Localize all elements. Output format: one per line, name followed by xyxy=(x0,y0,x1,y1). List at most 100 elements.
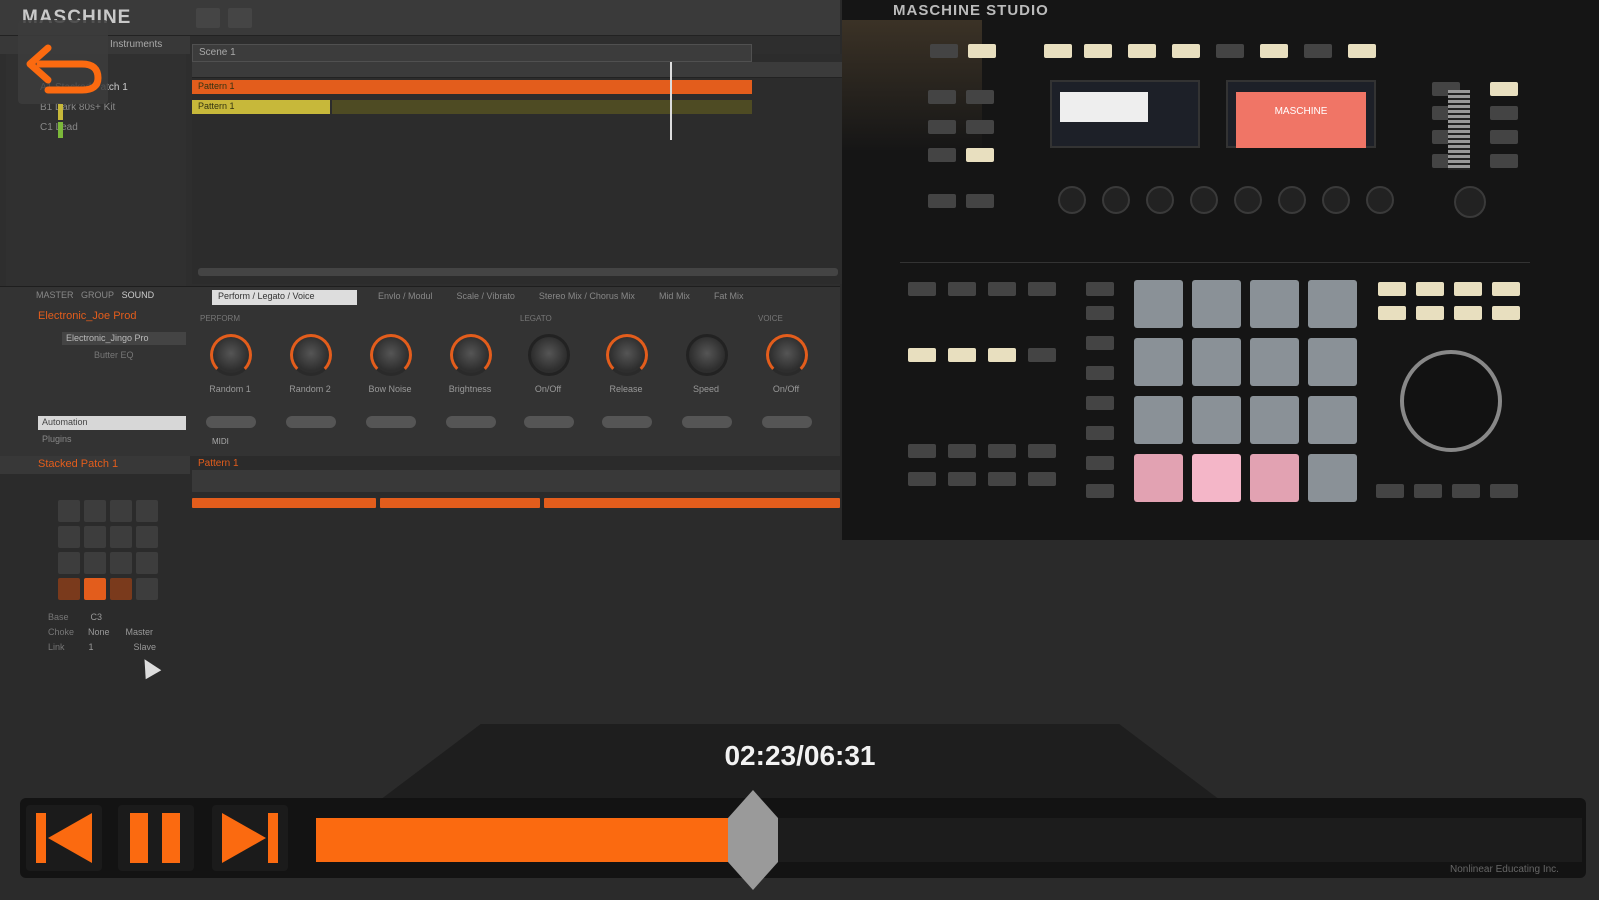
info-value[interactable]: 1 xyxy=(89,642,94,652)
slave-label[interactable]: Slave xyxy=(134,642,157,652)
parameter-knob[interactable] xyxy=(686,334,728,376)
page-tab[interactable]: Scale / Vibrato xyxy=(457,291,515,301)
pad[interactable] xyxy=(136,578,158,600)
pad[interactable] xyxy=(136,526,158,548)
encoder-knob[interactable] xyxy=(1190,186,1218,214)
jog-wheel[interactable] xyxy=(1400,350,1502,452)
hardware-button[interactable] xyxy=(1028,444,1056,458)
pad[interactable] xyxy=(84,578,106,600)
hardware-button[interactable] xyxy=(1028,348,1056,362)
hardware-pad[interactable] xyxy=(1192,396,1241,444)
hardware-button[interactable] xyxy=(1086,366,1114,380)
hardware-button[interactable] xyxy=(1128,44,1156,58)
hardware-button[interactable] xyxy=(1492,282,1520,296)
hardware-button[interactable] xyxy=(1490,82,1518,96)
page-tab[interactable]: Stereo Mix / Chorus Mix xyxy=(539,291,635,301)
hardware-button[interactable] xyxy=(988,472,1016,486)
hardware-button[interactable] xyxy=(1216,44,1244,58)
hardware-pad[interactable] xyxy=(1250,454,1299,502)
hardware-button[interactable] xyxy=(1086,336,1114,350)
hardware-button[interactable] xyxy=(1490,106,1518,120)
clip[interactable]: Pattern 1 xyxy=(192,80,752,94)
hardware-button[interactable] xyxy=(1260,44,1288,58)
hardware-pad[interactable] xyxy=(1308,338,1357,386)
pause-button[interactable] xyxy=(118,805,194,871)
hardware-button[interactable] xyxy=(1086,456,1114,470)
hardware-button[interactable] xyxy=(1028,472,1056,486)
encoder-knob[interactable] xyxy=(1146,186,1174,214)
info-value[interactable]: C3 xyxy=(91,612,103,622)
hardware-button[interactable] xyxy=(1044,44,1072,58)
encoder-knob[interactable] xyxy=(1234,186,1262,214)
hardware-button[interactable] xyxy=(988,444,1016,458)
hardware-button[interactable] xyxy=(1416,282,1444,296)
hardware-button[interactable] xyxy=(1304,44,1332,58)
hardware-button[interactable] xyxy=(1378,306,1406,320)
hardware-button[interactable] xyxy=(908,472,936,486)
hardware-button[interactable] xyxy=(1454,282,1482,296)
hardware-button[interactable] xyxy=(1084,44,1112,58)
pad[interactable] xyxy=(58,526,80,548)
hardware-pad[interactable] xyxy=(1308,454,1357,502)
modulation-pill[interactable] xyxy=(446,416,496,428)
info-value[interactable]: None xyxy=(88,627,110,637)
modulation-pill[interactable] xyxy=(762,416,812,428)
pad[interactable] xyxy=(84,552,106,574)
hardware-pad[interactable] xyxy=(1134,454,1183,502)
parameter-knob[interactable] xyxy=(290,334,332,376)
transport-button[interactable] xyxy=(1414,484,1442,498)
hardware-button[interactable] xyxy=(1454,306,1482,320)
hardware-button[interactable] xyxy=(1348,44,1376,58)
encoder-knob[interactable] xyxy=(1322,186,1350,214)
page-tab[interactable]: Envlo / Modul xyxy=(378,291,433,301)
scene-bar[interactable]: Scene 1 xyxy=(192,44,752,62)
hardware-button[interactable] xyxy=(948,444,976,458)
hardware-button[interactable] xyxy=(948,472,976,486)
hardware-button[interactable] xyxy=(1086,282,1114,296)
modulation-pill[interactable] xyxy=(682,416,732,428)
pattern-group-name[interactable]: Stacked Patch 1 xyxy=(0,456,190,474)
encoder-knob[interactable] xyxy=(1278,186,1306,214)
hardware-button[interactable] xyxy=(966,148,994,162)
pad[interactable] xyxy=(110,500,132,522)
hardware-button[interactable] xyxy=(928,194,956,208)
hardware-button[interactable] xyxy=(928,148,956,162)
hardware-button[interactable] xyxy=(948,348,976,362)
hardware-pad[interactable] xyxy=(1250,396,1299,444)
plugin-slot[interactable]: Electronic_Jingo Pro xyxy=(62,332,186,345)
page-tab-active[interactable]: Perform / Legato / Voice xyxy=(212,290,357,305)
hardware-button[interactable] xyxy=(908,348,936,362)
encoder-knob[interactable] xyxy=(1366,186,1394,214)
note-event[interactable] xyxy=(380,498,540,508)
hardware-button[interactable] xyxy=(966,120,994,134)
modulation-pill[interactable] xyxy=(286,416,336,428)
back-button[interactable] xyxy=(18,20,108,104)
transport-button[interactable] xyxy=(1452,484,1480,498)
hardware-button[interactable] xyxy=(1086,484,1114,498)
arranger-scrollbar[interactable] xyxy=(198,268,838,276)
hardware-button[interactable] xyxy=(988,282,1016,296)
pad[interactable] xyxy=(58,578,80,600)
search-button[interactable] xyxy=(228,8,252,28)
master-label[interactable]: Master xyxy=(126,627,154,637)
hardware-pad[interactable] xyxy=(1308,396,1357,444)
parameter-knob[interactable] xyxy=(450,334,492,376)
master-encoder[interactable] xyxy=(1454,186,1486,218)
hardware-button[interactable] xyxy=(1086,306,1114,320)
hardware-button[interactable] xyxy=(968,44,996,58)
hardware-button[interactable] xyxy=(1172,44,1200,58)
tab-sound[interactable]: SOUND xyxy=(122,290,155,300)
hardware-pad[interactable] xyxy=(1250,338,1299,386)
transport-button[interactable] xyxy=(1490,484,1518,498)
add-button[interactable] xyxy=(196,8,220,28)
pad[interactable] xyxy=(110,526,132,548)
hardware-button[interactable] xyxy=(988,348,1016,362)
timeline-ruler[interactable] xyxy=(192,62,842,78)
parameter-knob[interactable] xyxy=(606,334,648,376)
page-tab[interactable]: Fat Mix xyxy=(714,291,744,301)
pattern-name[interactable]: Pattern 1 xyxy=(198,458,239,469)
hardware-pad[interactable] xyxy=(1134,280,1183,328)
hardware-button[interactable] xyxy=(908,282,936,296)
hardware-button[interactable] xyxy=(966,194,994,208)
note-event[interactable] xyxy=(544,498,840,508)
